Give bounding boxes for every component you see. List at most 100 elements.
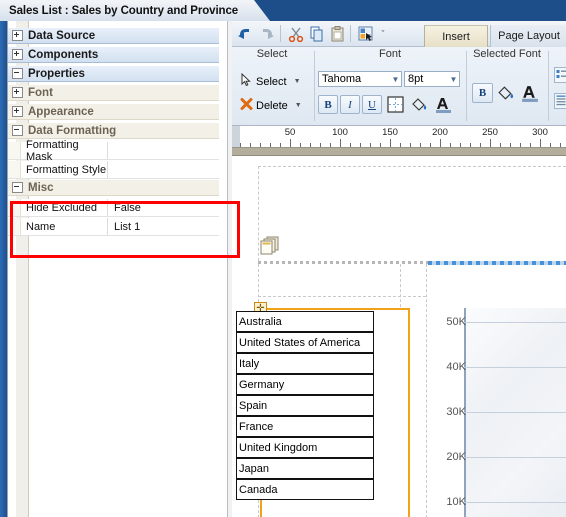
list-item[interactable]: Canada bbox=[236, 479, 374, 500]
ruler-tick bbox=[270, 143, 271, 147]
design-canvas[interactable]: ✛ Australia United States of America Ita… bbox=[232, 155, 566, 517]
document-tab[interactable]: Sales List : Sales by Country and Provin… bbox=[0, 0, 254, 21]
borders-icon[interactable] bbox=[386, 95, 405, 117]
table-row[interactable]: Formatting Mask bbox=[8, 138, 219, 163]
panel-accent-strip bbox=[0, 21, 7, 517]
expander-icon[interactable] bbox=[12, 87, 23, 98]
section-label: Properties bbox=[28, 67, 85, 80]
collapse-icon[interactable] bbox=[12, 68, 23, 79]
ribbon: Select Select ▼ Delete ▼ Font Tahoma ▼ 8… bbox=[232, 47, 566, 126]
collapse-icon[interactable] bbox=[12, 182, 23, 193]
row-gutter bbox=[8, 142, 21, 159]
ruler-tick bbox=[430, 143, 431, 147]
italic-label: I bbox=[348, 98, 352, 111]
editor-area: ˇ Insert Page Layout Select Select ▼ Del… bbox=[232, 21, 566, 517]
cursor-arrow-icon bbox=[240, 72, 253, 90]
ruler-label: 50 bbox=[284, 127, 296, 138]
chevron-down-icon[interactable]: ▼ bbox=[390, 75, 401, 84]
list-item[interactable]: United Kingdom bbox=[236, 437, 374, 458]
tab-label: Page Layout bbox=[498, 30, 560, 42]
list-item-label: Spain bbox=[239, 399, 268, 412]
chevron-down-icon[interactable]: ˇ bbox=[378, 25, 388, 43]
table-row[interactable]: Formatting Style bbox=[8, 161, 219, 179]
guide-line bbox=[426, 264, 427, 517]
list-item-label: United States of America bbox=[239, 336, 361, 349]
quick-access-toolbar: ˇ Insert Page Layout bbox=[232, 21, 566, 47]
font-size-combo[interactable]: 8pt ▼ bbox=[404, 71, 460, 87]
section-data-source[interactable]: Data Source bbox=[8, 28, 219, 44]
list-item-label: Germany bbox=[239, 378, 285, 391]
tab-insert[interactable]: Insert bbox=[424, 25, 488, 47]
section-properties[interactable]: Properties bbox=[8, 66, 219, 82]
format-painter-icon[interactable] bbox=[357, 25, 375, 43]
select-label: Select bbox=[256, 75, 287, 88]
cut-icon[interactable] bbox=[287, 25, 305, 43]
bold-label: B bbox=[324, 98, 332, 111]
ruler-tick bbox=[450, 143, 451, 147]
property-value[interactable] bbox=[107, 161, 219, 178]
list-style-icon[interactable] bbox=[554, 67, 566, 86]
font-name-combo[interactable]: Tahoma ▼ bbox=[318, 71, 402, 87]
underline-button[interactable]: U bbox=[362, 95, 382, 114]
list-item[interactable]: Germany bbox=[236, 374, 374, 395]
properties-panel: Data Source Components Properties Font A… bbox=[0, 21, 240, 517]
ruler-tick bbox=[560, 143, 561, 147]
list-item[interactable]: Australia bbox=[236, 311, 374, 332]
ruler-tick bbox=[290, 139, 291, 147]
horizontal-ruler[interactable]: 50 100 150 200 250 300 bbox=[232, 126, 566, 148]
italic-button[interactable]: I bbox=[340, 95, 360, 114]
collapse-icon[interactable] bbox=[12, 125, 23, 136]
canvas-top-band bbox=[232, 148, 566, 155]
list-item[interactable]: Spain bbox=[236, 395, 374, 416]
expander-icon[interactable] bbox=[12, 106, 23, 117]
paste-icon[interactable] bbox=[329, 25, 347, 43]
section-misc[interactable]: Misc bbox=[8, 180, 219, 196]
expander-icon[interactable] bbox=[12, 30, 23, 41]
section-components[interactable]: Components bbox=[8, 47, 219, 63]
chevron-down-icon[interactable]: ▼ bbox=[294, 78, 301, 85]
ruler-tick bbox=[550, 143, 551, 147]
redo-icon[interactable] bbox=[258, 25, 276, 43]
chevron-down-icon[interactable]: ▼ bbox=[448, 75, 459, 84]
ruler-tick bbox=[250, 143, 251, 147]
document-tab-slant bbox=[254, 0, 270, 21]
property-value[interactable] bbox=[107, 142, 219, 159]
selected-font-color-icon[interactable] bbox=[520, 83, 540, 106]
ruler-label: 150 bbox=[382, 127, 398, 138]
section-appearance[interactable]: Appearance bbox=[8, 104, 219, 120]
tab-page-layout[interactable]: Page Layout bbox=[490, 25, 566, 47]
ribbon-group-select: Select Select ▼ Delete ▼ bbox=[232, 47, 312, 125]
list-item[interactable]: United States of America bbox=[236, 332, 374, 353]
ruler-tick bbox=[530, 143, 531, 147]
expander-icon[interactable] bbox=[12, 49, 23, 60]
section-data-formatting[interactable]: Data Formatting bbox=[8, 123, 219, 139]
section-font[interactable]: Font bbox=[8, 85, 219, 101]
list-item[interactable]: Italy bbox=[236, 353, 374, 374]
list-item[interactable]: France bbox=[236, 416, 374, 437]
ruler-tick bbox=[480, 143, 481, 147]
selected-fill-color-icon[interactable] bbox=[496, 83, 516, 106]
undo-icon[interactable] bbox=[236, 25, 254, 43]
ruler-tick bbox=[440, 139, 441, 147]
bar-chart[interactable]: 50K 40K 30K 20K 10K bbox=[428, 308, 566, 517]
ruler-tick bbox=[240, 143, 241, 147]
property-name: Formatting Mask bbox=[26, 138, 79, 163]
select-button[interactable]: Select ▼ bbox=[240, 72, 301, 90]
list-detail-icon[interactable] bbox=[554, 93, 566, 112]
chart-gridline bbox=[464, 502, 566, 503]
copy-icon[interactable] bbox=[308, 25, 326, 43]
list-item[interactable]: Japan bbox=[236, 458, 374, 479]
pages-icon[interactable] bbox=[260, 236, 282, 256]
ruler-tick bbox=[340, 139, 341, 147]
fill-color-icon[interactable] bbox=[410, 95, 429, 117]
ruler-tick bbox=[470, 143, 471, 147]
toolbar-separator bbox=[350, 25, 351, 42]
font-color-icon[interactable] bbox=[434, 95, 453, 117]
ruler-tick bbox=[310, 143, 311, 147]
chevron-down-icon[interactable]: ▼ bbox=[295, 102, 302, 109]
bold-button[interactable]: B bbox=[318, 95, 338, 114]
selected-bold-button[interactable]: B bbox=[472, 83, 493, 103]
ruler-tick bbox=[260, 143, 261, 147]
delete-button[interactable]: Delete ▼ bbox=[240, 97, 302, 114]
group-title: Selected Font bbox=[473, 48, 541, 60]
